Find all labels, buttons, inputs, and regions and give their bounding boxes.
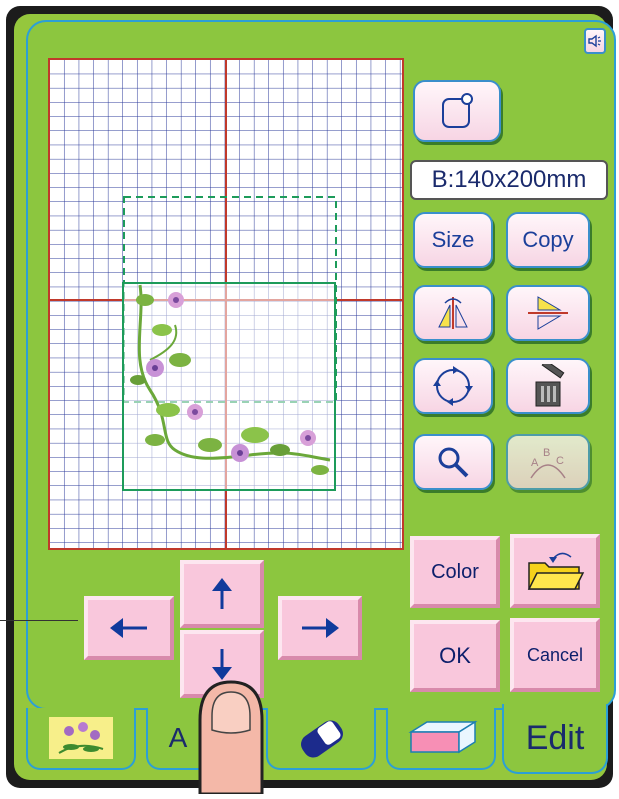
- size-button[interactable]: Size: [413, 212, 493, 268]
- cancel-button[interactable]: Cancel: [510, 618, 600, 692]
- rotate-icon: [433, 366, 473, 406]
- hoop-select-button[interactable]: [413, 80, 501, 142]
- letters-tab-label: A: [168, 722, 188, 753]
- delete-button[interactable]: [506, 358, 590, 414]
- svg-text:A: A: [531, 457, 539, 469]
- copy-button[interactable]: Copy: [506, 212, 590, 268]
- arc-text-button[interactable]: ABC: [506, 434, 590, 490]
- memory-button[interactable]: [510, 534, 600, 608]
- ok-label: OK: [439, 643, 471, 668]
- tab-edit[interactable]: Edit: [502, 704, 608, 774]
- hoop-select-icon: [442, 93, 473, 128]
- hoop-size-display: B:140x200mm: [410, 160, 608, 200]
- ok-button[interactable]: OK: [410, 620, 500, 692]
- edit-tab-label: Edit: [525, 718, 585, 757]
- tab-patterns[interactable]: [26, 708, 136, 770]
- finger-pointer-image: [186, 676, 276, 796]
- svg-text:B: B: [543, 447, 550, 459]
- flip-icon: [528, 296, 568, 330]
- magnify-button[interactable]: [413, 434, 493, 490]
- speaker-icon[interactable]: [584, 28, 606, 54]
- eraser-icon: [301, 720, 343, 758]
- color-button[interactable]: Color: [410, 536, 500, 608]
- magnifier-icon: [438, 447, 469, 478]
- fabric-block-icon: [408, 720, 478, 754]
- folder-save-icon: [527, 552, 585, 590]
- arrow-up-icon: [212, 578, 232, 609]
- move-up-button[interactable]: [180, 560, 264, 628]
- arc-text-icon: ABC: [530, 447, 566, 479]
- callout-line: [0, 620, 78, 621]
- embroidery-grid[interactable]: [48, 58, 404, 550]
- move-left-button[interactable]: [84, 596, 174, 660]
- move-right-button[interactable]: [278, 596, 362, 660]
- trash-icon: [535, 364, 565, 407]
- mirror-icon: [438, 297, 468, 329]
- tab-stitch[interactable]: [266, 708, 376, 770]
- color-label: Color: [431, 560, 479, 583]
- svg-text:C: C: [556, 455, 564, 467]
- copy-label: Copy: [522, 227, 574, 252]
- tab-hoop[interactable]: [386, 708, 496, 770]
- arrow-right-icon: [302, 618, 339, 638]
- rotate-button[interactable]: [413, 358, 493, 414]
- pattern-thumbnail-icon: [49, 717, 113, 759]
- flip-button[interactable]: [506, 285, 590, 341]
- arrow-left-icon: [110, 618, 147, 638]
- mirror-button[interactable]: [413, 285, 493, 341]
- cancel-label: Cancel: [526, 644, 584, 665]
- size-label: Size: [431, 227, 475, 252]
